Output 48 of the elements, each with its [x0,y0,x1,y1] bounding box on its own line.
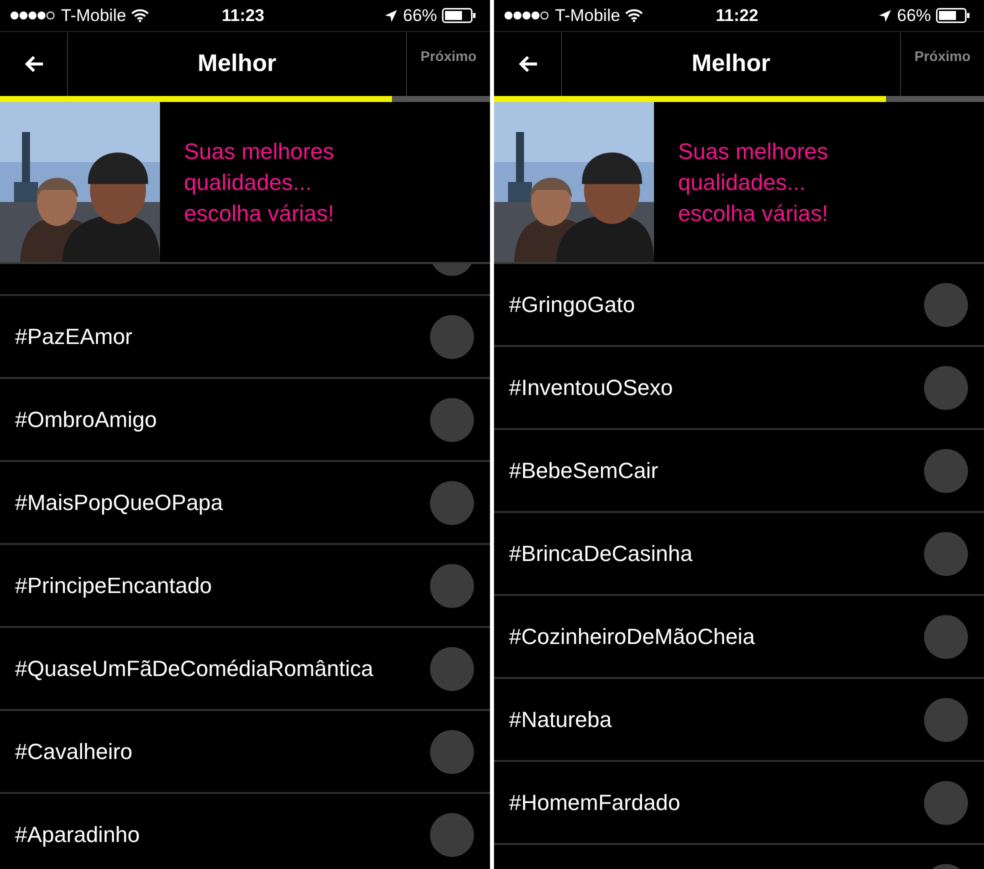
screen-title: Melhor [198,50,276,78]
battery-icon [936,8,970,23]
tag-label: #Cavalheiro [15,738,134,764]
clock-time: 11:23 [222,6,264,24]
carrier-name: T-Mobile [555,6,620,26]
select-circle[interactable] [430,646,474,690]
tag-label: #InventouOSexo [509,374,674,400]
carrier-name: T-Mobile [61,6,126,26]
select-circle[interactable] [924,532,968,576]
select-circle[interactable] [924,366,968,410]
tag-label: #HomemFardado [509,790,682,816]
tag-label: #CozinheiroDeMãoCheia [509,624,756,650]
select-circle[interactable] [924,282,968,326]
wifi-icon [131,9,150,22]
select-circle[interactable] [430,564,474,608]
signal-icon [504,11,550,20]
wifi-icon [625,9,644,22]
select-circle[interactable] [430,730,474,774]
tag-label: #PazEAmor [15,324,134,350]
select-circle[interactable] [924,448,968,492]
location-arrow-icon [878,8,892,22]
battery-percent: 66% [402,6,438,26]
select-circle[interactable] [924,614,968,658]
tag-label: #MaisPopQueOPapa [15,490,224,516]
signal-icon [10,11,56,20]
tag-label: #Aparadinho [15,822,141,848]
tag-label: #BrincaDeCasinha [509,540,694,566]
tag-label: #QuaseUmFãDeComédiaRomântica [15,656,374,682]
clock-time: 11:22 [716,6,758,24]
tag-label: #PrincipeEncantado [15,572,213,598]
banner-message: Suas melhores qualidades... escolha várias! [678,138,830,228]
select-circle[interactable] [924,698,968,742]
battery-percent: 66% [896,6,932,26]
tag-label: #OmbroAmigo [15,406,158,432]
tag-label: #Natureba [509,706,613,732]
tag-label: #BebeSemCair [509,458,660,484]
select-circle[interactable] [430,812,474,856]
banner-message: Suas melhores qualidades... escolha várias! [184,138,336,228]
screen-title: Melhor [692,50,770,78]
back-arrow-icon [518,55,538,73]
select-circle[interactable] [430,480,474,524]
tag-label: #GringoGato [509,292,636,318]
location-arrow-icon [384,8,398,22]
select-circle[interactable] [430,398,474,442]
select-circle[interactable] [924,780,968,824]
back-arrow-icon [24,55,44,73]
select-circle[interactable] [430,314,474,358]
battery-icon [442,8,476,23]
